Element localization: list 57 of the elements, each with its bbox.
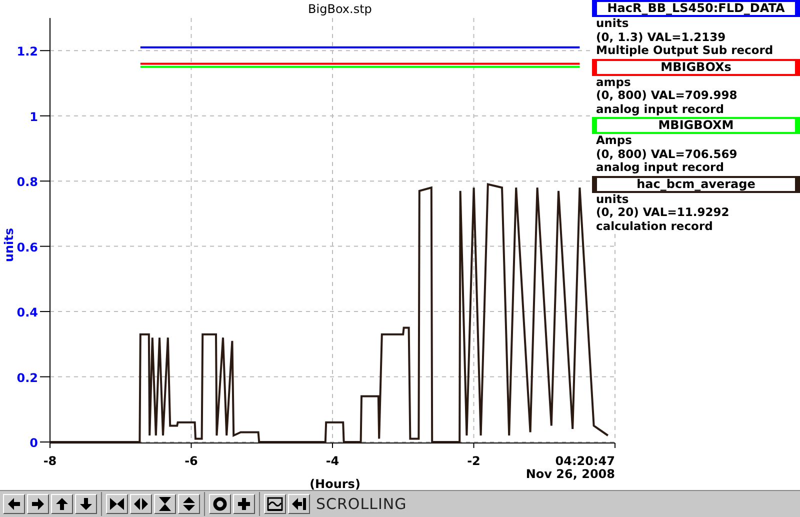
pan-right-icon	[30, 496, 46, 512]
legend-units: Amps	[595, 134, 633, 148]
legend-units: units	[595, 17, 630, 30]
pan-left-button[interactable]	[3, 494, 25, 514]
legend-record-type: analog input record	[595, 102, 725, 116]
y-tick-label: 1	[30, 110, 38, 124]
legend-units: units	[595, 192, 630, 206]
legend-record-type: analog input record	[595, 161, 725, 174]
legend-record-type: Multiple Output Sub record	[595, 44, 774, 58]
y-axis-label: units	[2, 228, 16, 262]
mode-status: SCROLLING	[316, 495, 407, 513]
plus-button[interactable]	[233, 494, 255, 514]
y-tick-label: 0.8	[16, 175, 38, 190]
plot-title: BigBox.stp	[308, 2, 372, 16]
circle-button[interactable]	[209, 494, 231, 514]
zoom-out-x-button[interactable]	[130, 494, 152, 514]
legend-units: amps	[595, 76, 632, 89]
plot-button[interactable]	[264, 494, 286, 514]
x-tick-label: -4	[326, 454, 340, 468]
circle-icon	[212, 496, 228, 512]
zoom-in-y-button[interactable]	[154, 494, 176, 514]
x-axis-label: (Hours)	[310, 477, 360, 490]
legend-header: HacR_BB_LS450:FLD_DATA	[592, 0, 800, 17]
back-to-bar-button[interactable]	[288, 494, 310, 514]
legend-value: (0, 800) VAL=706.569	[595, 148, 738, 161]
legend-record-type: calculation record	[595, 220, 714, 233]
date-label: Nov 26, 2008	[526, 467, 615, 481]
pan-up-button[interactable]	[51, 494, 73, 514]
zoom-in-x-button[interactable]	[106, 494, 128, 514]
zoom-in-x-icon	[109, 496, 125, 512]
pan-left-icon	[6, 496, 22, 512]
x-tick-label: -8	[43, 454, 57, 468]
pan-down-icon	[78, 496, 94, 512]
y-tick-label: 0.2	[16, 370, 38, 385]
y-tick-label: 0.4	[16, 306, 38, 320]
y-tick-label: 1.2	[16, 44, 38, 59]
legend-header: MBIGBOXs	[592, 58, 800, 76]
y-tick-label: 0.6	[16, 240, 38, 254]
legend-header: hac_bcm_average	[592, 176, 800, 192]
time-label: 04:20:47	[555, 454, 615, 468]
y-tick-label: 0	[30, 436, 38, 450]
back-to-bar-icon	[291, 496, 307, 512]
x-tick-label: -2	[467, 454, 480, 468]
legend-value: (0, 800) VAL=709.998	[595, 89, 738, 102]
x-tick-label: -6	[184, 454, 198, 468]
pan-down-button[interactable]	[75, 494, 97, 514]
pan-right-button[interactable]	[27, 494, 49, 514]
legend-value: (0, 20) VAL=11.9292	[595, 206, 730, 220]
zoom-out-y-button[interactable]	[178, 494, 200, 514]
pan-up-icon	[54, 496, 70, 512]
plus-icon	[236, 496, 252, 512]
zoom-out-x-icon	[133, 496, 149, 512]
zoom-in-y-icon	[157, 496, 173, 512]
legend-header: MBIGBOXM	[592, 117, 800, 134]
legend-value: (0, 1.3) VAL=1.2139	[595, 30, 727, 44]
zoom-out-y-icon	[181, 496, 197, 512]
plot-icon	[267, 496, 283, 512]
